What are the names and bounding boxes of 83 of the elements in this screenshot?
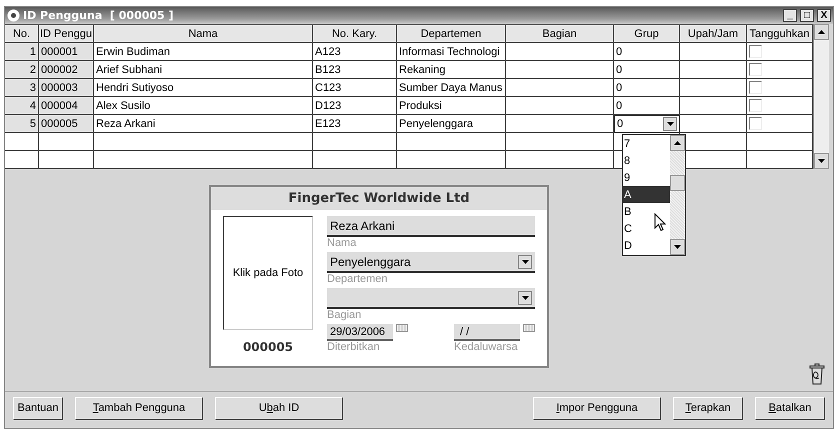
suspend-checkbox[interactable] [749, 99, 762, 112]
suspend-checkbox[interactable] [749, 117, 762, 130]
table-cell: A123 [313, 43, 397, 61]
table-cell: 000001 [39, 43, 94, 61]
scrollbar[interactable] [813, 24, 829, 169]
field-label: Departemen [327, 273, 389, 287]
table-cell: Erwin Budiman [94, 43, 313, 61]
date-field[interactable]: 29/03/2006 [327, 324, 393, 341]
table-cell: 0 [614, 61, 680, 79]
table-cell: Arief Subhani [94, 61, 313, 79]
action-button[interactable]: Ubah ID [215, 396, 343, 420]
field-label: Diterbitkan [327, 341, 381, 355]
column-header[interactable]: Grup [614, 25, 680, 43]
column-header[interactable]: Nama [94, 25, 313, 43]
down-arrow-icon [818, 159, 825, 163]
table-cell: Produksi [397, 97, 506, 115]
down-arrow-icon [674, 245, 681, 249]
field-label: Nama [327, 237, 358, 251]
column-header[interactable]: Upah/Jam [680, 25, 747, 43]
section-dropdown[interactable] [327, 288, 535, 309]
name-field[interactable]: Reza Arkani [327, 216, 535, 237]
row-number: 4 [5, 97, 39, 115]
table-cell: D123 [313, 97, 397, 115]
table-cell: E123 [313, 115, 397, 133]
column-header[interactable]: Departemen [397, 25, 506, 43]
row-number: 5 [5, 115, 39, 133]
up-arrow-icon [818, 30, 825, 34]
table-cell: 000005 [39, 115, 94, 133]
table-cell: B123 [313, 61, 397, 79]
photo-placeholder[interactable]: Klik pada Foto [223, 216, 313, 330]
department-dropdown[interactable]: Penyelenggara [327, 252, 535, 273]
table-cell: 0 [614, 97, 680, 115]
column-header[interactable]: No. Kary. [313, 25, 397, 43]
window-title: ID Pengguna [ 000005 ] [23, 9, 175, 22]
user-id: 000005 [242, 340, 294, 354]
table-cell: Hendri Sutiyoso [94, 79, 313, 97]
action-button[interactable]: Impor Pengguna [533, 396, 661, 420]
field-label: Bagian [327, 309, 362, 323]
table-cell: 000004 [39, 97, 94, 115]
trash-icon[interactable] [809, 363, 825, 385]
suspend-checkbox[interactable] [749, 81, 762, 94]
table-cell: 000002 [39, 61, 94, 79]
row-number: 2 [5, 61, 39, 79]
action-button[interactable]: Tambah Pengguna [75, 396, 203, 420]
suspend-checkbox[interactable] [749, 45, 762, 58]
column-header[interactable]: Tangguhkan [747, 25, 813, 43]
table-cell: Sumber Daya Manus [397, 79, 506, 97]
table-cell: 0 [614, 43, 680, 61]
field-label: Kedaluwarsa [454, 341, 519, 355]
row-number: 3 [5, 79, 39, 97]
table-cell: Rekaning [397, 61, 506, 79]
action-button[interactable]: Batalkan [755, 396, 825, 420]
action-button[interactable]: Terapkan [673, 396, 743, 420]
table-cell: Reza Arkani [94, 115, 313, 133]
row-number: 1 [5, 43, 39, 61]
maximize-button[interactable]: □ [800, 9, 814, 22]
down-arrow-icon [666, 122, 674, 126]
scroll-thumb[interactable] [670, 175, 685, 191]
list-option[interactable]: A [623, 186, 670, 203]
table-cell: Informasi Technologi [397, 43, 506, 61]
suspend-checkbox[interactable] [749, 63, 762, 76]
list-scrollbar[interactable] [670, 135, 685, 255]
down-arrow-icon [522, 260, 528, 264]
column-header[interactable]: No. [5, 25, 39, 43]
calendar-icon[interactable] [396, 324, 408, 332]
table-cell: 0 [614, 79, 680, 97]
group-dropdown[interactable]: 0 [614, 115, 680, 133]
close-button[interactable]: X [817, 9, 831, 22]
table-cell: C123 [313, 79, 397, 97]
action-button[interactable]: Bantuan [13, 396, 63, 420]
calendar-icon[interactable] [523, 324, 535, 332]
column-header[interactable]: Bagian [506, 25, 614, 43]
table-cell: Penyelenggara [397, 115, 506, 133]
column-header[interactable]: ID Penggu [39, 25, 94, 43]
date-field[interactable]: / / [454, 324, 520, 341]
cursor-icon [654, 213, 666, 232]
company-name: FingerTec Worldwide Ltd [211, 187, 547, 210]
up-arrow-icon [674, 141, 681, 145]
table-cell: Alex Susilo [94, 97, 313, 115]
dropdown-button[interactable] [663, 117, 677, 131]
minimize-button[interactable]: _ [783, 9, 797, 22]
down-arrow-icon [522, 296, 528, 300]
table-cell: 000003 [39, 79, 94, 97]
